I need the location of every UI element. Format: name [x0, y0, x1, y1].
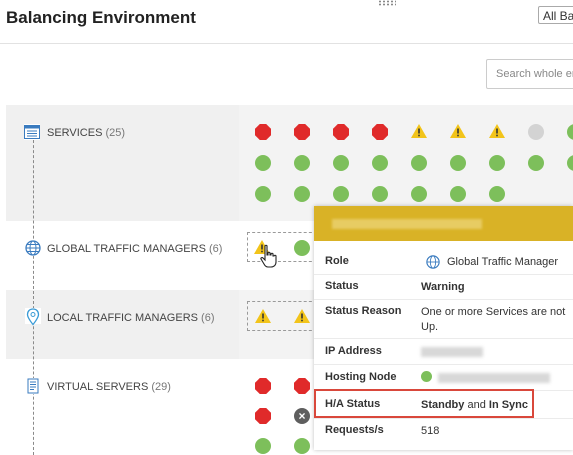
category-cell — [6, 105, 239, 221]
status-ok-icon[interactable] — [489, 186, 505, 202]
popup-key: Hosting Node — [325, 371, 397, 383]
category-label-virtual-servers[interactable]: VIRTUAL SERVERS (29) — [47, 381, 171, 393]
category-label: VIRTUAL SERVERS — [47, 381, 149, 393]
popup-row-role: Role Global Traffic Manager — [314, 255, 573, 273]
hand-cursor-icon — [259, 244, 279, 270]
category-count: (29) — [151, 381, 171, 393]
popup-key: Role — [325, 255, 349, 267]
popup-row-hosting-node: Hosting Node — [314, 371, 573, 389]
status-ok-icon[interactable] — [450, 155, 466, 171]
document-icon — [25, 378, 41, 394]
popup-divider — [314, 299, 573, 300]
popup-value: Global Traffic Manager — [447, 256, 559, 268]
popup-key: IP Address — [325, 345, 382, 357]
status-ok-icon[interactable] — [294, 240, 310, 256]
ha-status-highlight-box — [314, 389, 534, 418]
category-label: SERVICES — [47, 127, 103, 139]
popup-header — [314, 206, 573, 241]
search-input[interactable]: Search whole en — [486, 59, 573, 89]
status-disabled-icon[interactable]: × — [294, 408, 310, 424]
drag-handle-icon[interactable] — [378, 0, 396, 6]
environment-filter-dropdown[interactable]: All Ba — [538, 6, 573, 24]
popup-row-status: Status Warning — [314, 280, 573, 298]
status-ok-icon[interactable] — [372, 155, 388, 171]
category-label-services[interactable]: SERVICES (25) — [47, 127, 125, 139]
popup-value: One or more Services are not Up. — [421, 306, 566, 333]
status-ok-icon[interactable] — [294, 438, 310, 454]
status-ok-icon[interactable] — [294, 155, 310, 171]
status-unknown-icon[interactable] — [528, 124, 544, 140]
redacted-ip-value — [421, 345, 483, 360]
location-pin-icon — [25, 308, 41, 326]
status-ok-icon[interactable] — [411, 155, 427, 171]
globe-icon — [426, 255, 440, 271]
popup-key: Status Reason — [325, 305, 402, 317]
status-ok-icon[interactable] — [528, 155, 544, 171]
category-label-gtm[interactable]: GLOBAL TRAFFIC MANAGERS (6) — [47, 243, 222, 255]
status-ok-icon[interactable] — [333, 155, 349, 171]
status-ok-icon[interactable] — [294, 186, 310, 202]
popup-row-ip-address: IP Address — [314, 345, 573, 363]
status-ok-icon[interactable] — [450, 186, 466, 202]
status-ok-icon[interactable] — [255, 155, 271, 171]
category-count: (25) — [105, 127, 126, 139]
status-ok-icon[interactable] — [372, 186, 388, 202]
tree-connector-line — [33, 135, 34, 455]
status-ok-icon[interactable] — [411, 186, 427, 202]
popup-key: Status — [325, 280, 359, 292]
category-cell — [6, 359, 239, 450]
popup-divider — [314, 418, 573, 419]
page-title: Balancing Environment — [6, 8, 196, 27]
services-list-icon — [24, 124, 40, 140]
popup-divider — [314, 274, 573, 275]
popup-value: Warning — [421, 281, 465, 293]
popup-key: Requests/s — [325, 424, 384, 436]
category-label-ltm[interactable]: LOCAL TRAFFIC MANAGERS (6) — [47, 312, 215, 324]
globe-icon — [25, 240, 41, 256]
popup-row-requests: Requests/s 518 — [314, 424, 573, 442]
popup-value: 518 — [421, 425, 440, 437]
hosting-node-status-icon — [421, 371, 432, 386]
popup-divider — [314, 338, 573, 339]
status-ok-icon[interactable] — [255, 186, 271, 202]
status-ok-icon[interactable] — [333, 186, 349, 202]
redacted-hosting-node — [438, 371, 550, 386]
category-count: (6) — [201, 312, 215, 324]
popup-row-status-reason: Status Reason One or more Services are n… — [314, 305, 573, 337]
redacted-node-name — [332, 219, 482, 229]
category-label: GLOBAL TRAFFIC MANAGERS — [47, 243, 206, 255]
status-grid — [239, 105, 573, 221]
category-label: LOCAL TRAFFIC MANAGERS — [47, 312, 198, 324]
popup-divider — [314, 364, 573, 365]
header-divider — [0, 43, 573, 44]
category-count: (6) — [208, 243, 223, 255]
status-ok-icon[interactable] — [489, 155, 505, 171]
status-ok-icon[interactable] — [255, 438, 271, 454]
